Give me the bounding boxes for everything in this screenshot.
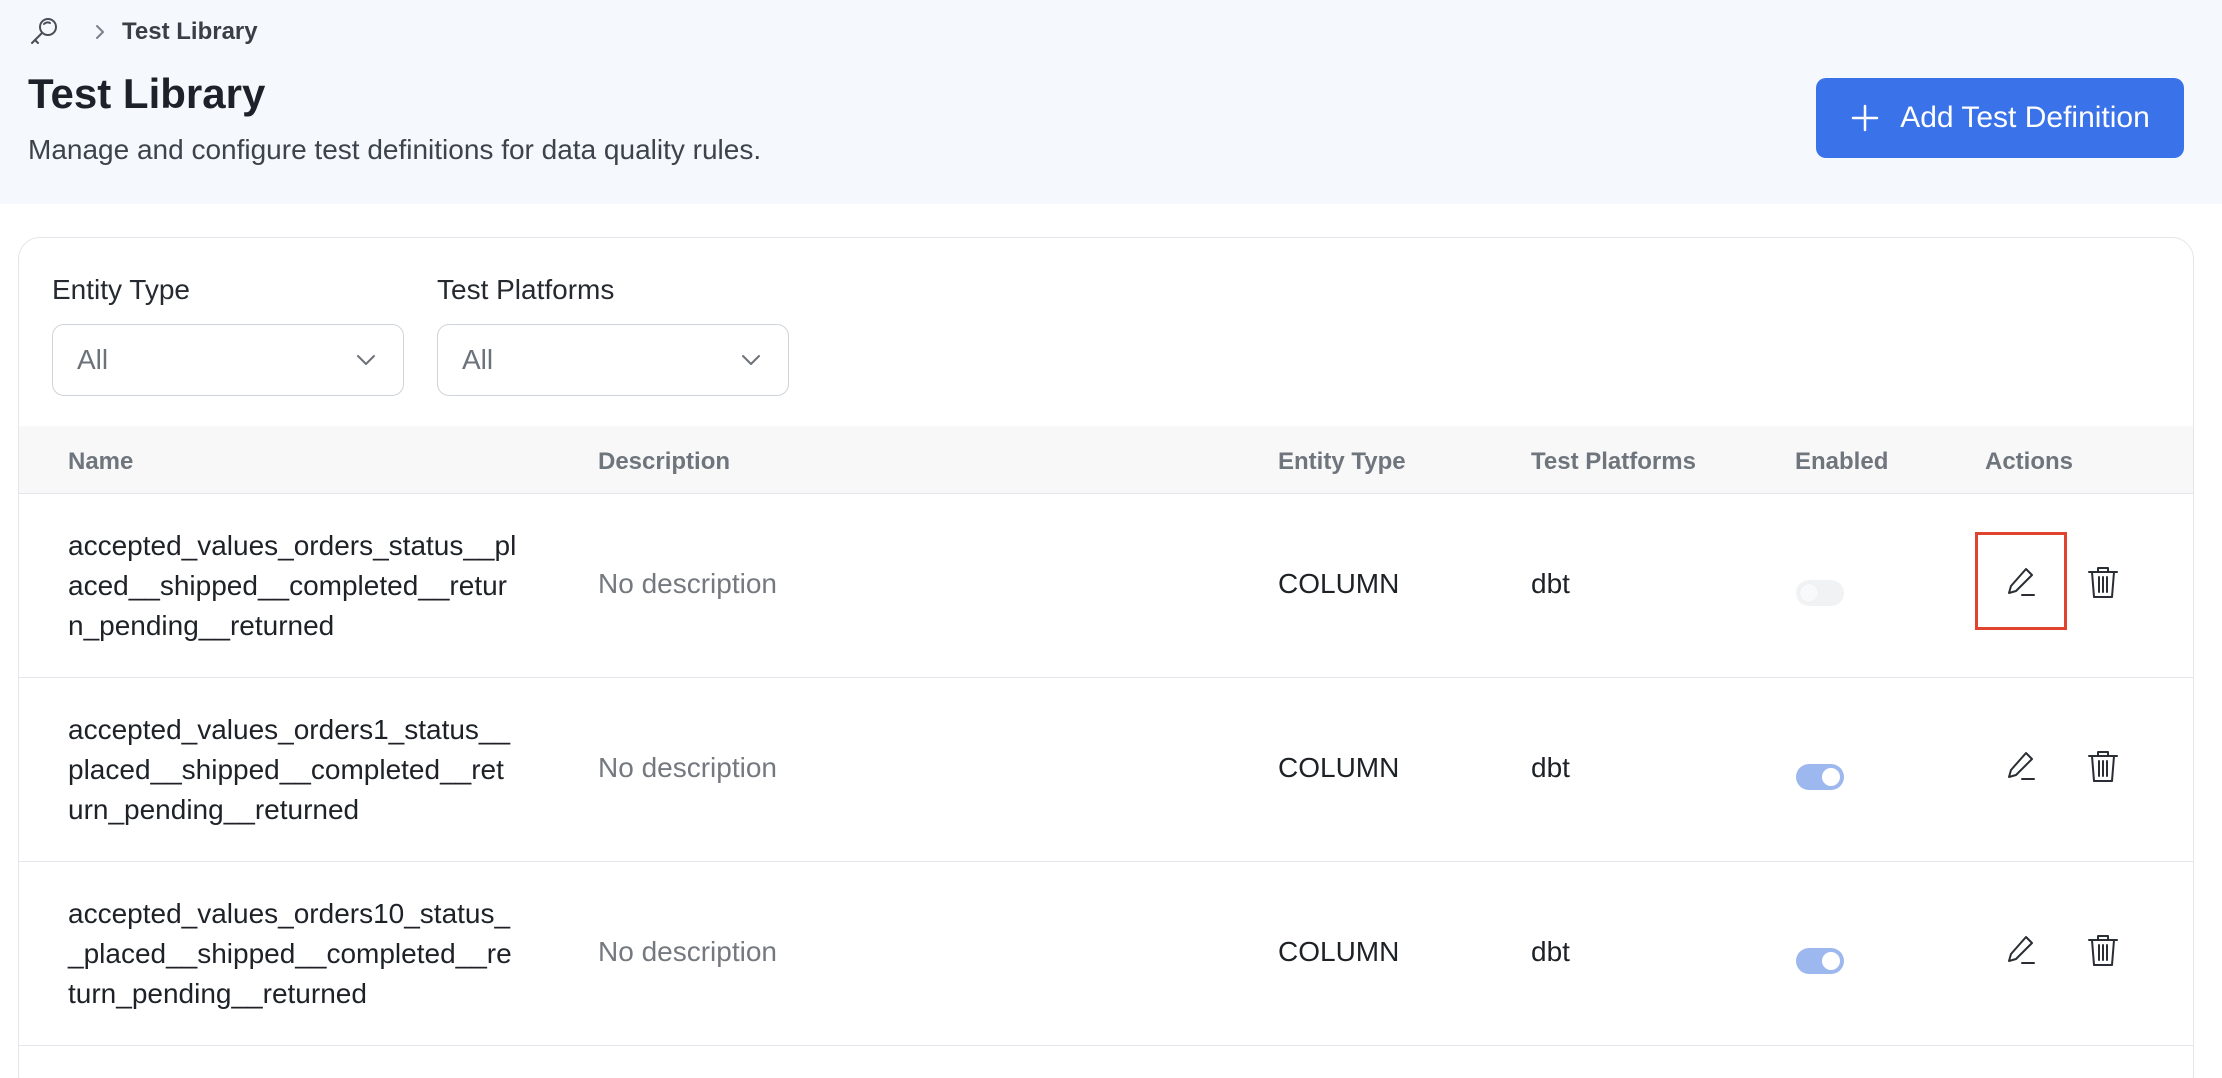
page-title: Test Library [28,70,266,117]
column-header-enabled: Enabled [1795,448,1889,475]
page-subtitle: Manage and configure test definitions fo… [28,134,762,165]
entity-type-select[interactable]: All [52,324,404,396]
trash-icon [2088,567,2118,598]
trash-icon [2088,751,2118,782]
chevron-right-icon [82,14,118,50]
table-row: accepted_values_orders10_status__placed_… [19,862,2193,1046]
pencil-icon [2008,936,2035,964]
table-header: Name Description Entity Type Test Platfo… [19,426,2193,494]
page-header: Test Library Test Library Manage and con… [0,0,2222,204]
test-name: accepted_values_orders10_status__placed_… [68,898,512,1009]
add-test-definition-button[interactable]: Add Test Definition [1816,78,2184,158]
column-header-entity-type[interactable]: Entity Type [1278,448,1406,476]
test-entity-type: COLUMN [1278,752,1400,783]
edit-button[interactable] [1999,928,2043,972]
pencil-icon [2008,568,2035,596]
chevron-down-icon [738,347,764,373]
test-name: accepted_values_orders1_status__placed__… [68,714,511,825]
enabled-toggle[interactable] [1796,580,1844,606]
column-header-description: Description [598,448,731,475]
test-description: No description [598,936,777,967]
pencil-icon [2008,752,2035,780]
add-test-definition-label: Add Test Definition [1900,101,2150,134]
test-platforms: dbt [1531,752,1570,783]
test-library-home-icon[interactable] [26,14,62,50]
toggle-knob [1822,952,1840,970]
test-entity-type: COLUMN [1278,568,1400,599]
test-name: accepted_values_orders_status__placed__s… [68,530,517,641]
column-header-name[interactable]: Name [68,448,133,476]
test-definitions-table: Name Description Entity Type Test Platfo… [19,426,2193,1046]
toggle-knob [1822,768,1840,786]
delete-button[interactable] [2081,560,2125,604]
chevron-down-icon [353,347,379,373]
test-platforms-select-value: All [462,344,494,375]
enabled-toggle[interactable] [1796,948,1844,974]
plus-icon [1850,103,1880,133]
test-library-card: Entity Type All Test Platforms All Name … [18,237,2194,1078]
table-row: accepted_values_orders1_status__placed__… [19,678,2193,862]
toggle-knob [1800,584,1818,602]
test-platforms-select[interactable]: All [437,324,789,396]
test-platforms-filter-label: Test Platforms [437,274,615,305]
test-description: No description [598,752,777,783]
trash-icon [2088,935,2118,966]
entity-type-select-value: All [77,344,109,375]
delete-button[interactable] [2081,744,2125,788]
enabled-toggle[interactable] [1796,764,1844,790]
breadcrumb-current: Test Library [122,18,258,45]
test-platforms: dbt [1531,936,1570,967]
edit-button[interactable] [1999,560,2043,604]
test-entity-type: COLUMN [1278,936,1400,967]
column-header-test-platforms: Test Platforms [1531,448,1696,475]
delete-button[interactable] [2081,928,2125,972]
entity-type-filter-label: Entity Type [52,274,191,305]
breadcrumb: Test Library [26,12,258,52]
table-row: accepted_values_orders_status__placed__s… [19,494,2193,678]
test-description: No description [598,568,777,599]
column-header-actions: Actions [1985,448,2074,475]
test-platforms: dbt [1531,568,1570,599]
edit-button[interactable] [1999,744,2043,788]
